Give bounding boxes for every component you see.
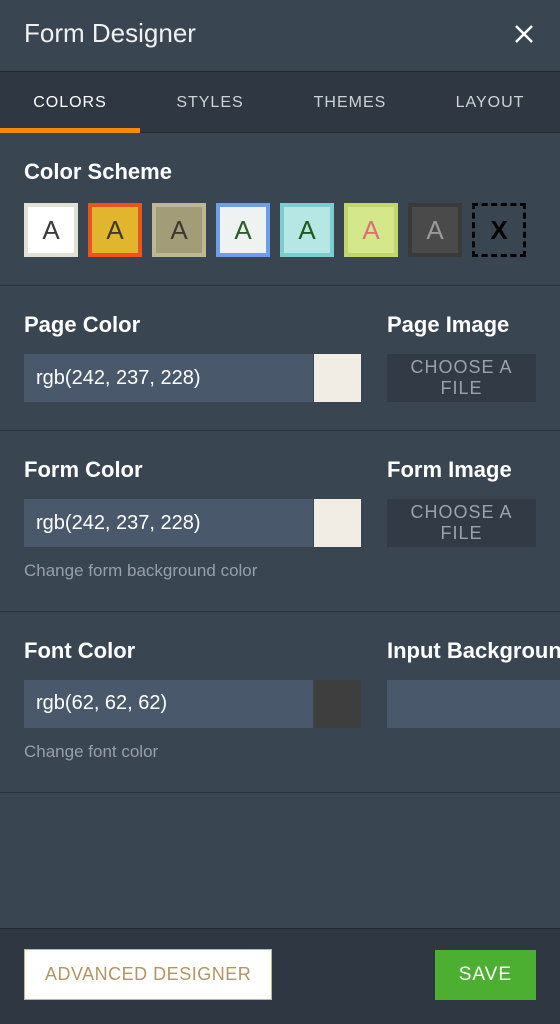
close-icon[interactable] [512, 22, 536, 46]
tab-layout[interactable]: LAYOUT [420, 72, 560, 132]
page-image-label: Page Image [387, 312, 536, 338]
swatch-4[interactable]: A [280, 203, 334, 257]
swatch-2[interactable]: A [152, 203, 206, 257]
page-color-input-wrap [24, 354, 361, 402]
footer: ADVANCED DESIGNER SAVE [0, 928, 560, 1024]
input-bg-input-wrap [387, 680, 560, 728]
form-image-label: Form Image [387, 457, 536, 483]
section-color-scheme: Color Scheme AAAAAAAX [0, 133, 560, 286]
form-color-label: Form Color [24, 457, 361, 483]
swatch-6[interactable]: A [408, 203, 462, 257]
form-color-input-wrap [24, 499, 361, 547]
page-title: Form Designer [24, 18, 196, 49]
form-color-helper: Change form background color [24, 559, 361, 583]
swatch-3[interactable]: A [216, 203, 270, 257]
advanced-designer-button[interactable]: ADVANCED DESIGNER [24, 949, 272, 1000]
form-color-input[interactable] [24, 499, 313, 547]
save-button[interactable]: SAVE [435, 950, 536, 1000]
page-color-chip[interactable] [313, 354, 361, 402]
swatch-custom[interactable]: X [472, 203, 526, 257]
font-color-input[interactable] [24, 680, 313, 728]
tabs: COLORS STYLES THEMES LAYOUT [0, 71, 560, 133]
form-choose-file-button[interactable]: CHOOSE A FILE [387, 499, 536, 547]
header: Form Designer [0, 0, 560, 71]
form-color-chip[interactable] [313, 499, 361, 547]
swatch-5[interactable]: A [344, 203, 398, 257]
font-color-chip[interactable] [313, 680, 361, 728]
tab-themes[interactable]: THEMES [280, 72, 420, 132]
input-bg-label: Input Background [387, 638, 560, 664]
section-page: Page Color Page Image CHOOSE A FILE [0, 286, 560, 431]
swatch-1[interactable]: A [88, 203, 142, 257]
tab-styles[interactable]: STYLES [140, 72, 280, 132]
section-form: Form Color Change form background color … [0, 431, 560, 612]
font-color-helper: Change font color [24, 740, 361, 764]
section-font: Font Color Change font color Input Backg… [0, 612, 560, 793]
font-color-input-wrap [24, 680, 361, 728]
page-choose-file-button[interactable]: CHOOSE A FILE [387, 354, 536, 402]
page-color-input[interactable] [24, 354, 313, 402]
tab-colors[interactable]: COLORS [0, 72, 140, 132]
color-scheme-title: Color Scheme [24, 159, 536, 185]
input-bg-input[interactable] [387, 680, 560, 728]
font-color-label: Font Color [24, 638, 361, 664]
page-color-label: Page Color [24, 312, 361, 338]
swatch-0[interactable]: A [24, 203, 78, 257]
swatch-row: AAAAAAAX [24, 203, 536, 257]
